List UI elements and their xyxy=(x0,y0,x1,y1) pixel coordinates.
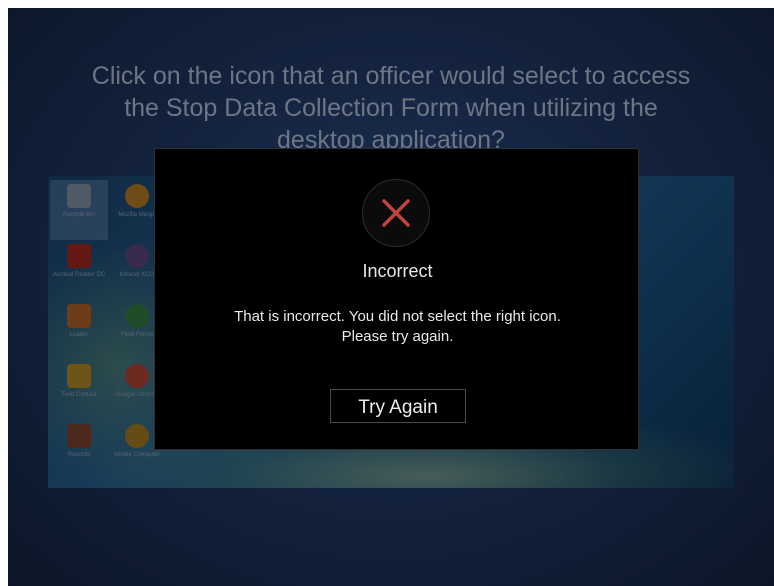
recycle-bin-icon xyxy=(67,184,91,208)
document-icon xyxy=(67,304,91,328)
modal-title: Incorrect xyxy=(362,261,433,281)
desktop-icon-label: Recycle Bin xyxy=(63,212,95,218)
chrome-icon xyxy=(125,364,149,388)
desktop-icon-recycle-bin[interactable]: Recycle Bin xyxy=(50,180,108,240)
desktop-icon-label: Records xyxy=(67,452,91,458)
modal-message: That is incorrect. You did not select th… xyxy=(155,307,640,347)
desktop-icon-records[interactable]: Records xyxy=(50,420,108,480)
question-line-1: Click on the icon that an officer would … xyxy=(91,62,691,90)
desktop-icon-acrobat[interactable]: Acrobat Reader DC xyxy=(50,240,108,300)
modal-message-line-1: That is incorrect. You did not select th… xyxy=(234,308,561,325)
close-x-icon xyxy=(382,199,410,227)
intranet-icon xyxy=(125,244,149,268)
desktop-icon-label: Acrobat Reader DC xyxy=(52,272,106,278)
field-forms-icon xyxy=(125,304,149,328)
status-indicator xyxy=(362,179,430,247)
feedback-modal: Incorrect That is incorrect. You did not… xyxy=(154,148,639,450)
try-again-button[interactable]: Try Again xyxy=(330,389,466,423)
desktop-icon-grid: Recycle Bin Mozilla Merge Acrobat Reader… xyxy=(50,180,166,480)
records-icon xyxy=(67,424,91,448)
mozilla-icon xyxy=(125,184,149,208)
quiz-stage: Click on the icon that an officer would … xyxy=(8,8,774,586)
question-text: Click on the icon that an officer would … xyxy=(8,60,774,156)
question-line-2: the Stop Data Collection Form when utili… xyxy=(124,94,658,122)
modal-message-line-2: Please try again. xyxy=(341,328,454,345)
desktop-icon-label: Mobile Computer xyxy=(114,452,160,458)
desktop-icon-field-contact[interactable]: Field Contact xyxy=(50,360,108,420)
desktop-icon-label: Leader xyxy=(69,332,89,338)
field-contact-icon xyxy=(67,364,91,388)
pdf-icon xyxy=(67,244,91,268)
desktop-icon-label: Field Contact xyxy=(61,392,97,398)
desktop-icon-leader[interactable]: Leader xyxy=(50,300,108,360)
mobile-computer-icon xyxy=(125,424,149,448)
